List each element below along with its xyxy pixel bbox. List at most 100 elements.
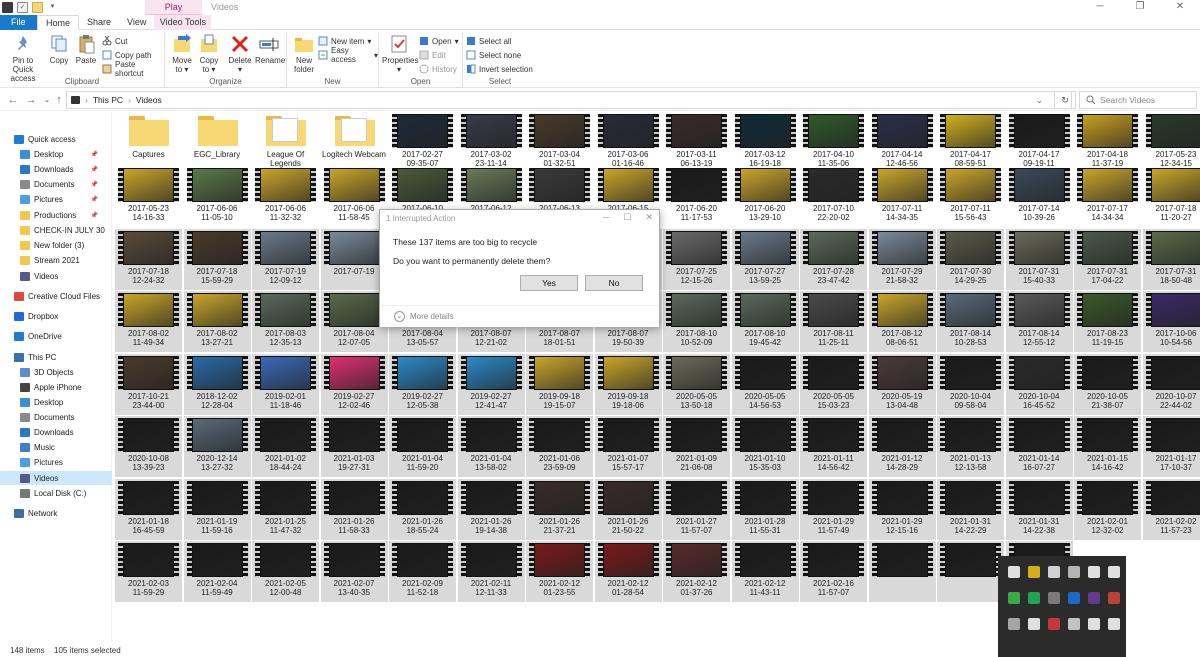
video-item[interactable]: 2021-02-16 11-57-07 [800,541,867,602]
sidebar-item-apple-iphone[interactable]: Apple iPhone [0,380,112,394]
video-item[interactable]: 2017-07-28 23-47-42 [800,228,867,290]
sidebar-item-creative-cloud-files[interactable]: Creative Cloud Files [0,289,112,303]
video-item[interactable]: 2020-10-04 09-58-04 [937,353,1004,415]
no-button[interactable]: No [585,275,643,291]
video-item[interactable]: 2017-07-11 15-56-43 [937,166,1004,227]
video-item[interactable]: 2021-01-13 12-13-58 [937,416,1004,477]
video-item[interactable]: 2017-07-27 13-59-25 [731,228,799,290]
tray-app-icon[interactable] [1048,566,1060,578]
sidebar-item-desktop[interactable]: Desktop 📌 [0,147,112,161]
tray-app-icon[interactable] [1048,592,1060,604]
video-item[interactable]: 2017-05-23 12-34-15 [1143,112,1200,173]
quick-access-icon[interactable] [2,2,13,13]
video-item[interactable]: 2021-01-26 21-37-21 [526,478,593,540]
video-item[interactable]: 2021-01-31 14-22-29 [937,478,1004,540]
delete-button[interactable]: Delete ▾ [227,34,253,74]
video-item[interactable]: 2021-01-29 11-57-49 [800,478,867,540]
tab-file[interactable]: File [0,15,37,30]
video-item[interactable]: 2021-01-28 11-55-31 [731,478,799,540]
video-item[interactable]: 2017-07-31 15-40-33 [1005,228,1073,290]
copy-button[interactable]: Copy [48,34,70,65]
video-item[interactable]: 2017-08-14 12-55-12 [1005,291,1073,352]
paste-shortcut-button[interactable]: Paste shortcut [102,60,164,78]
video-item[interactable]: 2017-08-14 10-28-53 [937,291,1004,352]
video-item[interactable]: 2021-02-12 01-28-54 [594,541,662,602]
video-item[interactable]: 2021-01-09 21-06-08 [663,416,730,477]
sidebar-item-onedrive[interactable]: OneDrive [0,329,112,343]
video-item[interactable]: 2017-07-18 11-20-27 [1143,166,1200,227]
video-item[interactable]: 2021-01-17 17-10-37 [1142,416,1200,477]
video-item[interactable]: 2021-01-18 16-45-59 [115,478,182,540]
tray-app-icon[interactable] [1108,592,1120,604]
video-item[interactable]: 2021-02-12 01-37-26 [663,541,730,602]
close-button[interactable]: ✕ [1160,0,1200,15]
video-item[interactable]: 2017-07-14 10-39-26 [1006,166,1073,227]
video-item[interactable]: 2021-02-03 11-59-29 [115,541,182,602]
video-item[interactable]: 2018-12-02 12-28-04 [183,353,251,415]
video-item[interactable]: 2017-07-25 12-15-26 [663,228,730,290]
video-item[interactable]: 2017-03-04 01-32-51 [526,112,593,173]
video-item[interactable]: 2017-07-31 18-50-48 [1142,228,1200,290]
video-item[interactable]: 2021-01-26 11-58-33 [320,478,388,540]
video-item[interactable]: 2017-07-29 21-58-32 [868,228,936,290]
tray-app-icon[interactable] [1088,618,1100,630]
video-item[interactable]: 2017-08-02 11-49-34 [115,291,182,352]
tray-app-icon[interactable] [1008,618,1020,630]
video-item[interactable]: 2017-10-06 10-54-56 [1142,291,1200,352]
sidebar-item-desktop[interactable]: Desktop [0,395,112,409]
video-item[interactable]: 2017-07-19 [320,228,388,290]
video-item[interactable]: 2020-05-19 13-04-48 [868,353,936,415]
sidebar-item-documents[interactable]: Documents 📌 [0,177,112,191]
video-item[interactable]: 2021-01-07 15-57-17 [594,416,662,477]
video-item[interactable]: 2021-01-02 18-44-24 [252,416,319,477]
move-to-button[interactable]: Move to ▾ [170,34,194,74]
tab-video-tools[interactable]: Video Tools [154,15,212,30]
sidebar-item-new-folder-3[interactable]: New folder (3) [0,238,112,252]
tab-view[interactable]: View [119,15,154,30]
sidebar-item-check-in-july-30[interactable]: CHECK-IN JULY 30 [0,223,112,237]
video-item[interactable]: 2017-07-11 14-34-35 [869,166,936,227]
video-item[interactable]: 2017-04-17 08-59-51 [937,112,1004,173]
video-item[interactable]: 2021-01-12 14-28-29 [868,416,936,477]
video-item[interactable]: 2020-05-05 13-50-18 [663,353,730,415]
video-item[interactable]: 2021-01-03 19-27-31 [320,416,388,477]
video-item[interactable]: 2017-08-02 13-27-21 [183,291,251,352]
video-item[interactable]: 2021-02-09 11-52-18 [389,541,456,602]
sidebar-item-productions[interactable]: Productions 📌 [0,208,112,222]
sidebar-item-stream-2021[interactable]: Stream 2021 [0,253,112,267]
tray-app-icon[interactable] [1008,566,1020,578]
forward-arrow-icon[interactable]: → [24,93,38,107]
tray-app-icon[interactable] [1028,592,1040,604]
video-item[interactable]: 2017-03-12 16-19-18 [732,112,799,173]
sidebar-item-music[interactable]: Music [0,440,112,454]
video-item[interactable]: 2017-03-02 23-11-14 [458,112,525,173]
video-item[interactable]: 2017-02-27 09-35-07 [389,112,456,173]
video-item[interactable]: 2021-02-01 12-32-02 [1074,478,1141,540]
video-item[interactable]: 2017-03-11 06-13-19 [663,112,730,173]
dialog-close-icon[interactable]: ✕ [645,212,653,223]
video-item[interactable]: 2021-01-14 16-07-27 [1005,416,1073,477]
video-item[interactable]: 2017-04-10 11-35-06 [800,112,867,173]
refresh-icon[interactable]: ↻ [1054,91,1076,109]
video-item[interactable]: 2017-03-06 01-16-46 [595,112,662,173]
sidebar-item-pictures[interactable]: Pictures 📌 [0,192,112,206]
pin-icon[interactable]: 📌 [91,181,98,188]
video-item[interactable]: 2019-09-18 19-15-07 [526,353,593,415]
folder-item[interactable]: EGC_Library [184,112,251,173]
sidebar-item-videos[interactable]: Videos [0,471,112,485]
sidebar-item-downloads[interactable]: Downloads 📌 [0,162,112,176]
folder-item[interactable]: Logitech Webcam [321,112,388,173]
invert-selection-button[interactable]: Invert selection [466,63,533,75]
breadcrumb-this-pc[interactable]: This PC [93,95,123,105]
video-item[interactable]: 2021-02-12 11-43-11 [731,541,799,602]
dialog-minimize-icon[interactable]: ─ [603,212,609,223]
video-item[interactable] [937,541,1004,602]
tray-app-icon[interactable] [1088,592,1100,604]
tab-home[interactable]: Home [37,15,80,30]
video-item[interactable]: 2017-06-06 11-58-45 [321,166,388,227]
open-button[interactable]: Open ▾ [419,35,459,47]
video-item[interactable]: 2017-08-04 12-07-05 [320,291,388,352]
video-item[interactable]: 2021-01-31 14-22-38 [1005,478,1073,540]
video-item[interactable]: 2019-02-27 12-41-47 [457,353,525,415]
select-all-button[interactable]: Select all [466,35,511,47]
